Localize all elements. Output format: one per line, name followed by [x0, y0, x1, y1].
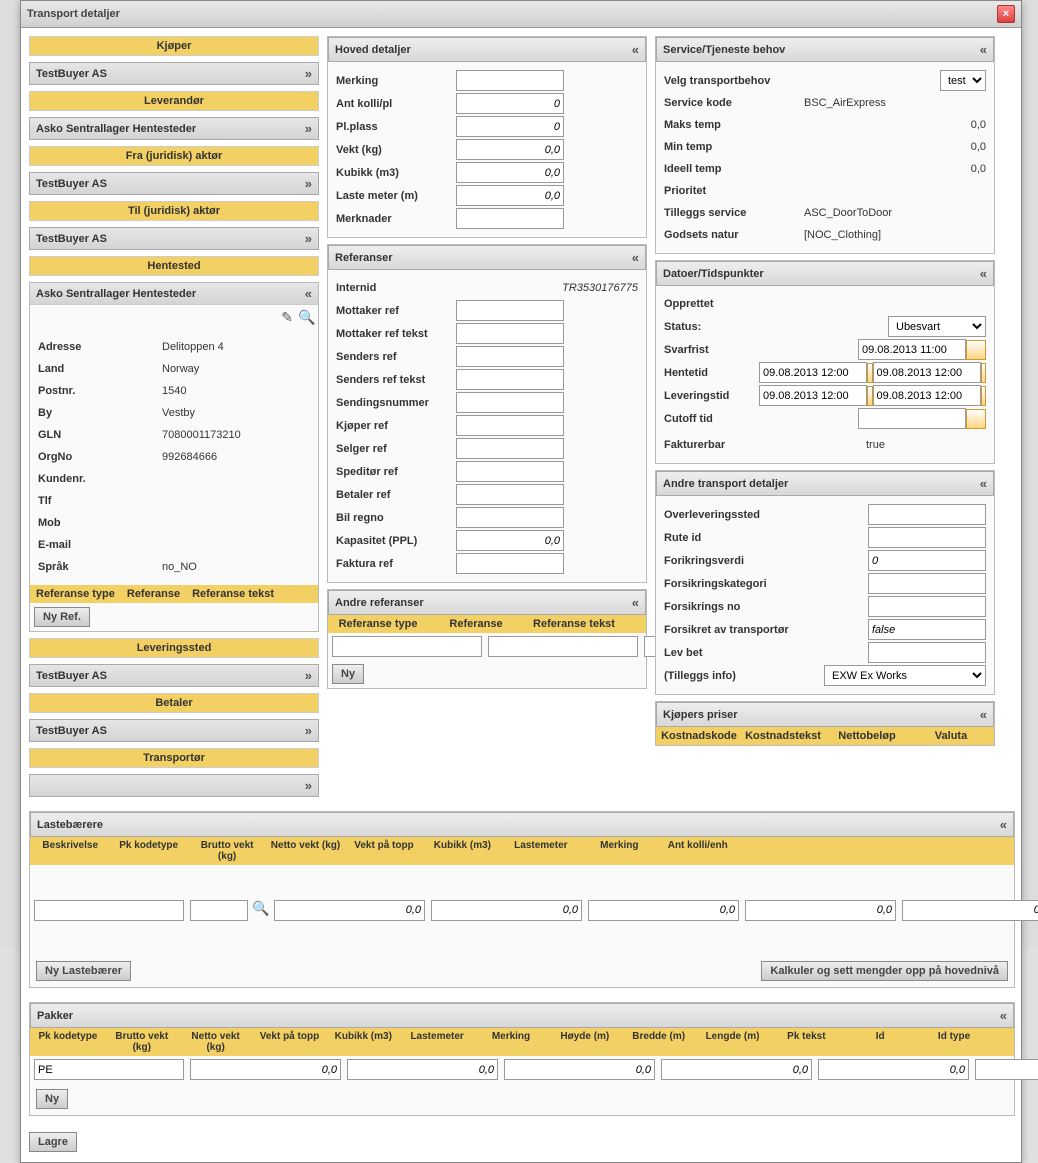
forikringsverdi-input[interactable]: [868, 550, 986, 571]
andre-detaljer-header[interactable]: Andre transport detaljer«: [656, 471, 994, 496]
mottakerreftekst-input[interactable]: [456, 323, 564, 344]
hentested-expander[interactable]: Asko Sentrallager Hentesteder«: [30, 283, 318, 305]
kjoper-expander[interactable]: TestBuyer AS»: [29, 62, 319, 85]
kalkuler-button[interactable]: Kalkuler og sett mengder opp på hovedniv…: [761, 961, 1008, 981]
tilleggsinfo-select[interactable]: EXW Ex Works: [824, 665, 986, 686]
bilregno-input[interactable]: [456, 507, 564, 528]
kapasitet-input[interactable]: [456, 530, 564, 551]
fra-expander[interactable]: TestBuyer AS»: [29, 172, 319, 195]
ny-lastebaerer-button[interactable]: Ny Lastebærer: [36, 961, 131, 981]
forsikringsno-input[interactable]: [868, 596, 986, 617]
calendar-icon[interactable]: [966, 340, 986, 360]
close-icon[interactable]: ×: [997, 5, 1015, 23]
leveringssted-header: Leveringssted: [29, 638, 319, 658]
kjoper-header: Kjøper: [29, 36, 319, 56]
andre-referanser-header[interactable]: Andre referanser«: [328, 590, 646, 615]
lb-netto-input[interactable]: [431, 900, 582, 921]
leveringstid-from-input[interactable]: [759, 385, 867, 406]
selgerref-input[interactable]: [456, 438, 564, 459]
betalerref-input[interactable]: [456, 484, 564, 505]
svarfrist-input[interactable]: [858, 339, 966, 360]
til-header: Til (juridisk) aktør: [29, 201, 319, 221]
dialog-window: Transport detaljer × Kjøper TestBuyer AS…: [20, 0, 1022, 1163]
plplass-input[interactable]: [456, 116, 564, 137]
mottakerref-input[interactable]: [456, 300, 564, 321]
leverandor-header: Leverandør: [29, 91, 319, 111]
forsikret-input[interactable]: [868, 619, 986, 640]
lb-kubikk-input[interactable]: [745, 900, 896, 921]
transportor-header: Transportør: [29, 748, 319, 768]
search-icon[interactable]: 🔍: [252, 900, 268, 916]
vekt-input[interactable]: [456, 139, 564, 160]
andref-type-input[interactable]: [332, 636, 482, 657]
merknader-input[interactable]: [456, 208, 564, 229]
hentetid-from-input[interactable]: [759, 362, 867, 383]
betaler-expander[interactable]: TestBuyer AS»: [29, 719, 319, 742]
datoer-header[interactable]: Datoer/Tidspunkter«: [656, 261, 994, 286]
andref-ref-input[interactable]: [488, 636, 638, 657]
calendar-icon[interactable]: [981, 386, 987, 406]
lb-beskrivelse-input[interactable]: [34, 900, 184, 921]
merking-input[interactable]: [456, 70, 564, 91]
service-header[interactable]: Service/Tjeneste behov«: [656, 37, 994, 62]
til-expander[interactable]: TestBuyer AS»: [29, 227, 319, 250]
sendersreftekst-input[interactable]: [456, 369, 564, 390]
kjoperref-input[interactable]: [456, 415, 564, 436]
overleveringssted-input[interactable]: [868, 504, 986, 525]
pakker-header[interactable]: Pakker«: [30, 1003, 1014, 1028]
edit-icon[interactable]: ✎: [277, 309, 293, 325]
ruteid-input[interactable]: [868, 527, 986, 548]
sendingsnummer-input[interactable]: [456, 392, 564, 413]
lastemeter-input[interactable]: [456, 185, 564, 206]
fra-header: Fra (juridisk) aktør: [29, 146, 319, 166]
cutoff-input[interactable]: [858, 408, 966, 429]
pk-brutto-input[interactable]: [190, 1059, 341, 1080]
kubikk-input[interactable]: [456, 162, 564, 183]
leveringssted-expander[interactable]: TestBuyer AS»: [29, 664, 319, 687]
antkolli-input[interactable]: [456, 93, 564, 114]
pk-type-input[interactable]: [34, 1059, 184, 1080]
ny-pakke-button[interactable]: Ny: [36, 1089, 68, 1109]
forsikringskategori-input[interactable]: [868, 573, 986, 594]
speditorref-input[interactable]: [456, 461, 564, 482]
hoved-header[interactable]: Hoved detaljer«: [328, 37, 646, 62]
titlebar: Transport detaljer ×: [21, 1, 1021, 28]
pk-topp-input[interactable]: [504, 1059, 655, 1080]
levbet-input[interactable]: [868, 642, 986, 663]
hentested-header: Hentested: [29, 256, 319, 276]
leveringstid-to-input[interactable]: [873, 385, 981, 406]
referanser-header[interactable]: Referanser«: [328, 245, 646, 270]
lb-pktype-input[interactable]: [190, 900, 248, 921]
ref-table-header: Referanse typeReferanseReferanse tekst: [30, 585, 318, 603]
internid-value: TR3530176775: [456, 282, 638, 294]
search-icon[interactable]: 🔍: [298, 309, 314, 325]
fakturaref-input[interactable]: [456, 553, 564, 574]
hentetid-to-input[interactable]: [873, 362, 981, 383]
chevron-right-icon: »: [305, 66, 312, 81]
leverandor-expander[interactable]: Asko Sentrallager Hentesteder»: [29, 117, 319, 140]
transportbehov-select[interactable]: test: [940, 70, 986, 91]
lb-topp-input[interactable]: [588, 900, 739, 921]
pk-lastemeter-input[interactable]: [818, 1059, 969, 1080]
pk-merking-input[interactable]: [975, 1059, 1038, 1080]
betaler-header: Betaler: [29, 693, 319, 713]
ny-ref-button[interactable]: Ny Ref.: [34, 607, 90, 627]
calendar-icon[interactable]: [981, 363, 987, 383]
lb-brutto-input[interactable]: [274, 900, 425, 921]
priser-header[interactable]: Kjøpers priser«: [656, 702, 994, 727]
lagre-button[interactable]: Lagre: [29, 1132, 77, 1152]
transportor-expander[interactable]: »: [29, 774, 319, 797]
pk-netto-input[interactable]: [347, 1059, 498, 1080]
sendersref-input[interactable]: [456, 346, 564, 367]
ny-andref-button[interactable]: Ny: [332, 664, 364, 684]
lastebaerere-header[interactable]: Lastebærere«: [30, 812, 1014, 837]
lb-lastemeter-input[interactable]: [902, 900, 1038, 921]
status-select[interactable]: Ubesvart: [888, 316, 986, 337]
window-title: Transport detaljer: [27, 8, 120, 20]
calendar-icon[interactable]: [966, 409, 986, 429]
pk-kubikk-input[interactable]: [661, 1059, 812, 1080]
